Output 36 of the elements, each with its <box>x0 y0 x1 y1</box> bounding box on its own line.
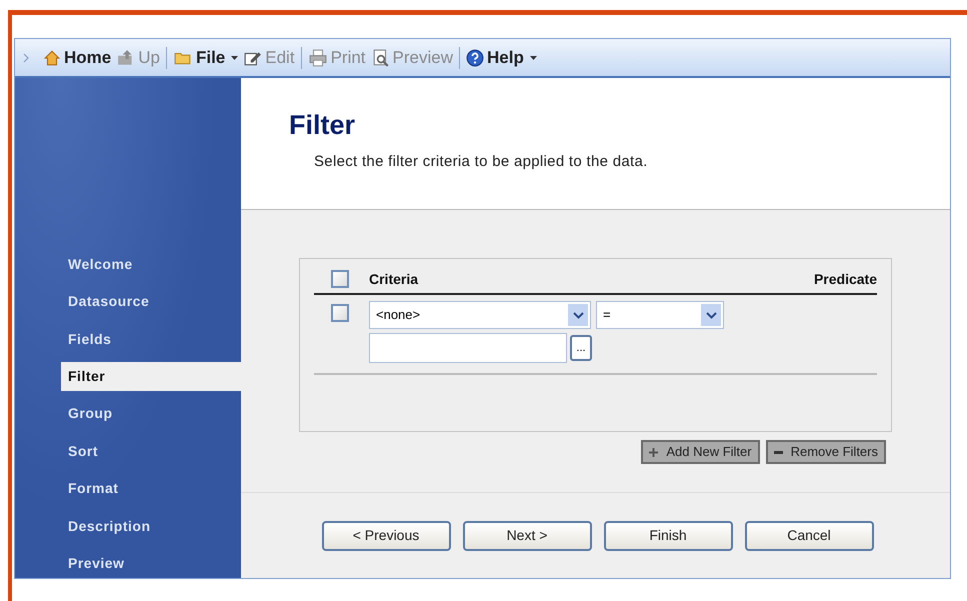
page-title: Filter <box>289 112 356 139</box>
sidebar-item[interactable]: Sort <box>15 437 241 466</box>
sidebar-item[interactable]: Fields <box>15 324 241 354</box>
nav-button[interactable]: Cancel <box>744 520 874 550</box>
magnifier-page-icon <box>372 48 390 66</box>
checkbox[interactable] <box>331 270 349 288</box>
sidebar-item[interactable]: Welcome <box>15 250 241 278</box>
home-icon <box>43 48 61 66</box>
filter-button[interactable]: Add New Filter <box>641 440 760 464</box>
printer-icon <box>308 48 328 66</box>
value-input[interactable] <box>369 333 567 363</box>
nav-button[interactable]: < Previous <box>322 520 450 550</box>
toolbar-button[interactable]: Home <box>43 44 112 70</box>
dropdown-caret-icon <box>568 304 588 326</box>
browse-button[interactable]: ... <box>570 335 592 361</box>
toolbar-button[interactable]: File <box>172 44 238 70</box>
page-subtitle: Select the filter criteria to be applied to the data. <box>314 152 649 172</box>
column-header: Criteria <box>369 270 420 289</box>
operator-dropdown[interactable]: = <box>596 301 724 329</box>
plus-icon <box>649 448 658 456</box>
sidebar-item[interactable]: Datasource <box>15 287 241 316</box>
sidebar-item[interactable]: Filter <box>61 362 241 391</box>
nav-button[interactable]: Finish <box>604 520 732 550</box>
column-header: Predicate <box>814 270 877 289</box>
help-icon <box>466 48 484 66</box>
sidebar-item[interactable]: Format <box>15 474 241 504</box>
sidebar-item[interactable]: Group <box>15 400 241 428</box>
sidebar-item[interactable]: Preview <box>15 550 241 578</box>
nav-button[interactable]: Next > <box>462 520 592 550</box>
toolbar-button[interactable]: Help <box>466 44 537 70</box>
chevron-icon <box>23 52 29 62</box>
dropdown-caret-icon <box>701 304 721 326</box>
sidebar-item[interactable]: Description <box>15 512 241 540</box>
criteria-dropdown[interactable]: <none> <box>369 301 591 329</box>
filter-button[interactable]: Remove Filters <box>766 440 886 464</box>
checkbox[interactable] <box>331 304 349 322</box>
